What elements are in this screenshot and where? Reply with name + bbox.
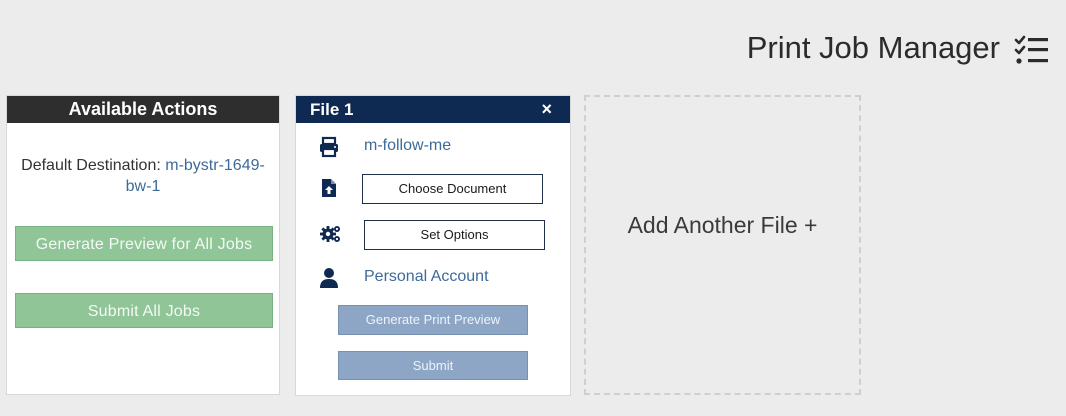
set-options-button[interactable]: Set Options xyxy=(364,220,545,250)
gears-icon xyxy=(320,226,340,242)
user-icon xyxy=(320,268,338,288)
printer-icon xyxy=(320,136,338,158)
add-file-label[interactable]: Add Another File + xyxy=(586,212,859,239)
generate-print-preview-button[interactable]: Generate Print Preview xyxy=(338,305,528,335)
close-icon[interactable]: × xyxy=(541,96,552,123)
file-title: File 1 xyxy=(310,100,354,119)
printer-link[interactable]: m-follow-me xyxy=(364,137,451,155)
available-actions-title: Available Actions xyxy=(7,96,279,123)
available-actions-panel: Available Actions Default Destination: m… xyxy=(6,95,280,395)
choose-document-button[interactable]: Choose Document xyxy=(362,174,543,204)
submit-button[interactable]: Submit xyxy=(338,351,528,380)
checklist-icon[interactable] xyxy=(1014,34,1050,66)
submit-all-jobs-button[interactable]: Submit All Jobs xyxy=(15,293,273,328)
file-upload-icon xyxy=(322,179,336,197)
default-destination-label: Default Destination: xyxy=(21,157,161,174)
file-panel: File 1 × m-follow-me Choose Document Set… xyxy=(295,95,571,396)
add-file-dropzone[interactable]: Add Another File + xyxy=(584,95,861,395)
account-link[interactable]: Personal Account xyxy=(364,268,489,286)
generate-preview-all-button[interactable]: Generate Preview for All Jobs xyxy=(15,226,273,261)
page-title: Print Job Manager xyxy=(746,30,1000,65)
file-header: File 1 × xyxy=(296,96,570,123)
default-destination: Default Destination: m-bystr-1649-bw-1 xyxy=(15,155,271,197)
